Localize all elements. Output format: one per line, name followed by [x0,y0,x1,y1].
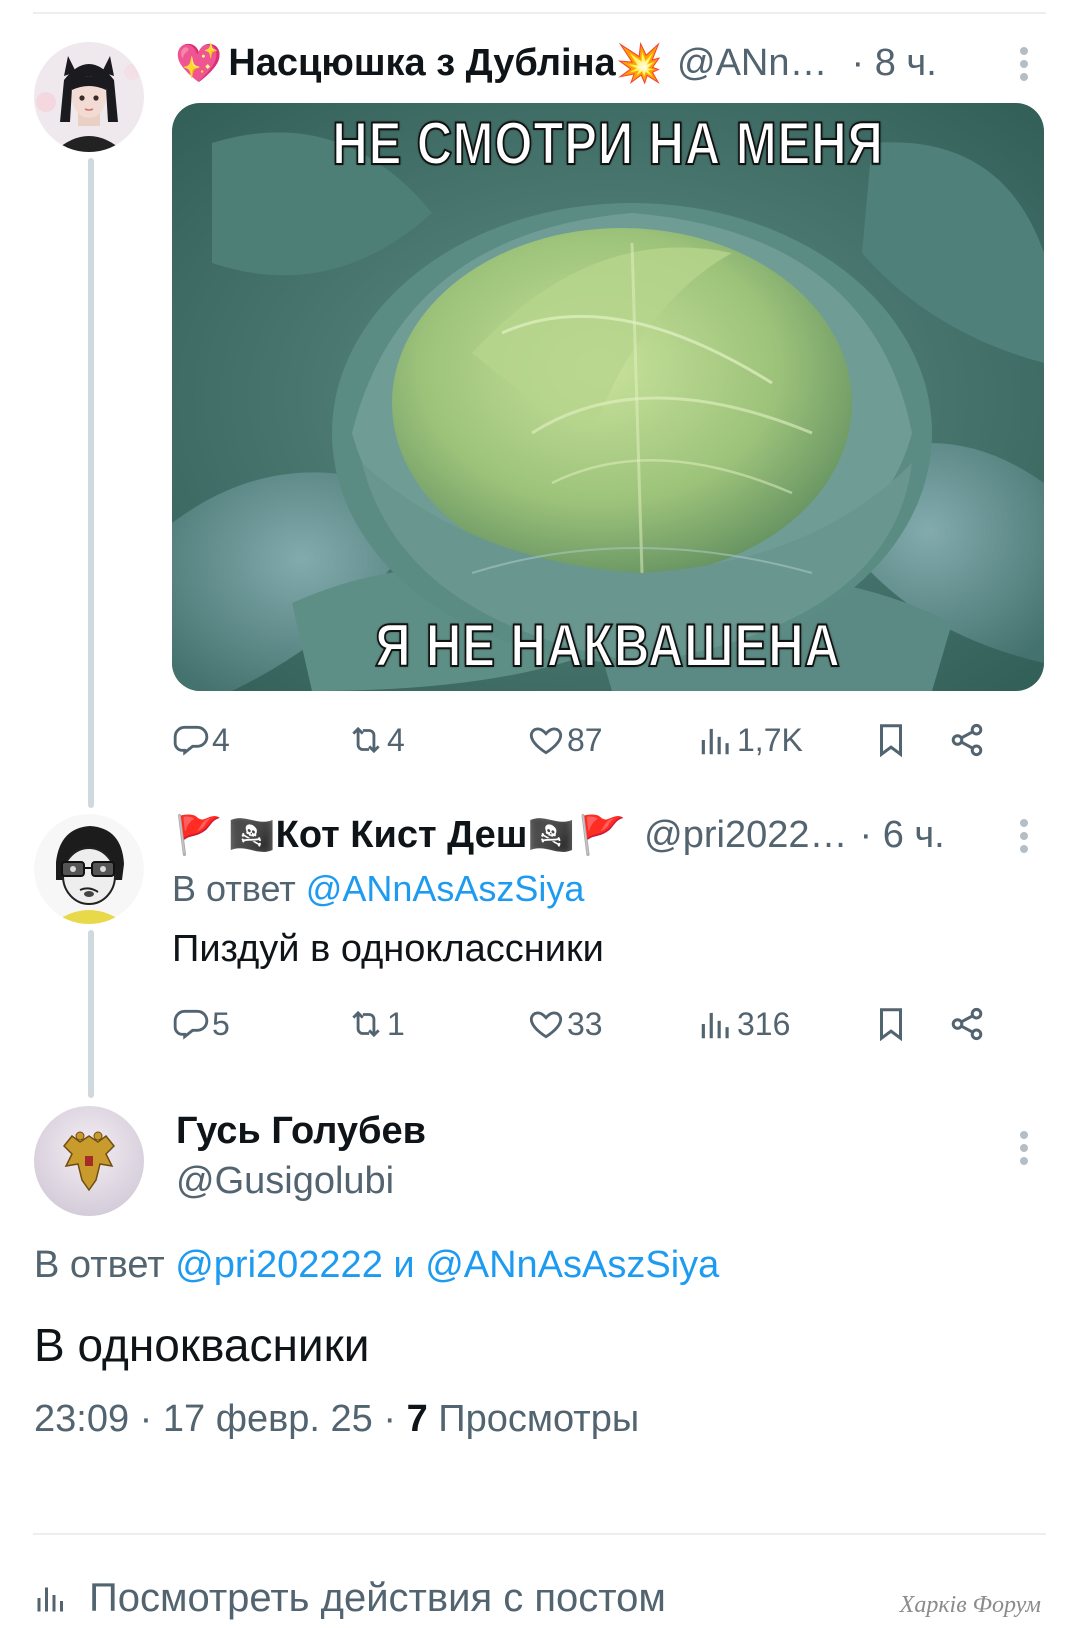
bookmark-icon [879,1008,903,1042]
heart-icon [529,727,563,755]
like-button[interactable]: 33 [527,1000,603,1048]
bookmark-button[interactable] [872,1000,912,1048]
meme-top-caption: НЕ СМОТРИ НА МЕНЯ [331,109,884,178]
more-options-icon[interactable] [1017,816,1031,856]
retweet-icon [352,726,380,754]
analytics-icon [701,1012,729,1039]
reply-to-link[interactable]: @ANnAsAszSiya [425,1244,719,1286]
avatar[interactable] [34,1106,144,1216]
views-label: Просмотры [438,1398,640,1440]
share-button[interactable] [948,716,988,764]
more-options-icon[interactable] [1017,44,1031,84]
heart-icon [529,1011,563,1039]
retweet-icon [352,1010,380,1038]
more-options-icon[interactable] [1017,1128,1031,1168]
like-button[interactable]: 87 [527,716,603,764]
tweet-actions: 5 1 33 316 [172,1000,1032,1048]
avatar[interactable] [34,814,144,924]
pirate-flag-emoji-icon: 🏴‍☠️ [527,812,575,857]
divider [33,1533,1046,1535]
user-handle[interactable]: @Gusigolubi [176,1160,394,1203]
analytics-icon [701,728,729,755]
meme-bottom-caption: Я НЕ НАКВАШЕНА [374,611,841,680]
thread-line [88,930,94,1098]
avatar[interactable] [34,42,144,152]
reply-prefix: В ответ [172,868,296,909]
share-button[interactable] [948,1000,988,1048]
display-name[interactable]: Кот Кист Деш [276,814,528,857]
tweet-text: Пиздуй в одноклассники [172,928,604,970]
display-name[interactable]: Насцюшка з Дубліна [228,42,615,85]
views-count: 7 [406,1398,428,1440]
tweet-meta: 23:09 · 17 февр. 25 · 7 Просмотры [34,1398,639,1441]
reply-context: В ответ @pri202222 и @ANnAsAszSiya [34,1244,719,1287]
view-activity-label: Посмотреть действия с постом [89,1575,666,1620]
tweet-timestamp[interactable]: 23:09 · 17 февр. 25 · [34,1398,396,1440]
share-icon [951,1007,983,1041]
tweet-text: В одноквасники [34,1319,370,1371]
like-count: 33 [567,1005,603,1042]
reply-button[interactable]: 4 [172,716,230,764]
user-handle[interactable]: @pri2022… [644,814,847,857]
reply-icon [173,1009,209,1040]
pirate-flag-emoji-icon: 🏴‍☠️ [228,812,276,857]
thread-line [88,158,94,808]
tweet-time[interactable]: · 6 ч. [859,814,944,857]
retweet-count: 4 [387,721,405,758]
tweet-header: 🚩 🏴‍☠️ Кот Кист Деш 🏴‍☠️ 🚩 @pri2022… · 6… [175,810,1039,860]
views-count: 1,7K [737,721,803,758]
heart-emoji-icon: 💖 [175,40,223,85]
reply-button[interactable]: 5 [172,1000,230,1048]
tweet-actions: 4 4 87 1,7K [172,716,1032,764]
user-handle[interactable]: @ANn… [677,42,828,85]
retweet-count: 1 [387,1005,405,1042]
views-count: 316 [737,1005,791,1042]
retweet-button[interactable]: 4 [347,716,405,764]
reply-conjunction: и [393,1244,415,1286]
like-count: 87 [567,721,603,758]
tweet-header: 💖 Насцюшка з Дубліна 💥 @ANn… · 8 ч. [175,38,1039,88]
analytics-icon [37,1587,63,1612]
watermark: Харків Форум [899,1592,1041,1618]
views-button[interactable]: 316 [697,1000,790,1048]
view-post-activity-button[interactable]: Посмотреть действия с постом [33,1573,666,1623]
reply-count: 4 [212,721,230,758]
retweet-button[interactable]: 1 [347,1000,405,1048]
reply-count: 5 [212,1005,230,1042]
bookmark-icon [879,724,903,758]
reply-icon [173,725,209,756]
collision-emoji-icon: 💥 [615,40,663,85]
reply-to-link[interactable]: @ANnAsAszSiya [306,868,585,909]
red-flag-emoji-icon: 🚩 [578,812,627,857]
tweet-time[interactable]: · 8 ч. [852,42,937,85]
tweet-image[interactable]: НЕ СМОТРИ НА МЕНЯ Я НЕ НАКВАШЕНА [172,103,1044,691]
bookmark-button[interactable] [872,716,912,764]
red-flag-emoji-icon: 🚩 [175,812,223,857]
views-button[interactable]: 1,7K [697,716,803,764]
reply-prefix: В ответ [34,1244,165,1286]
reply-to-link[interactable]: @pri202222 [175,1244,383,1286]
reply-context: В ответ @ANnAsAszSiya [172,868,584,910]
top-divider [33,12,1046,14]
share-icon [951,723,983,757]
display-name[interactable]: Гусь Голубев [176,1110,426,1153]
